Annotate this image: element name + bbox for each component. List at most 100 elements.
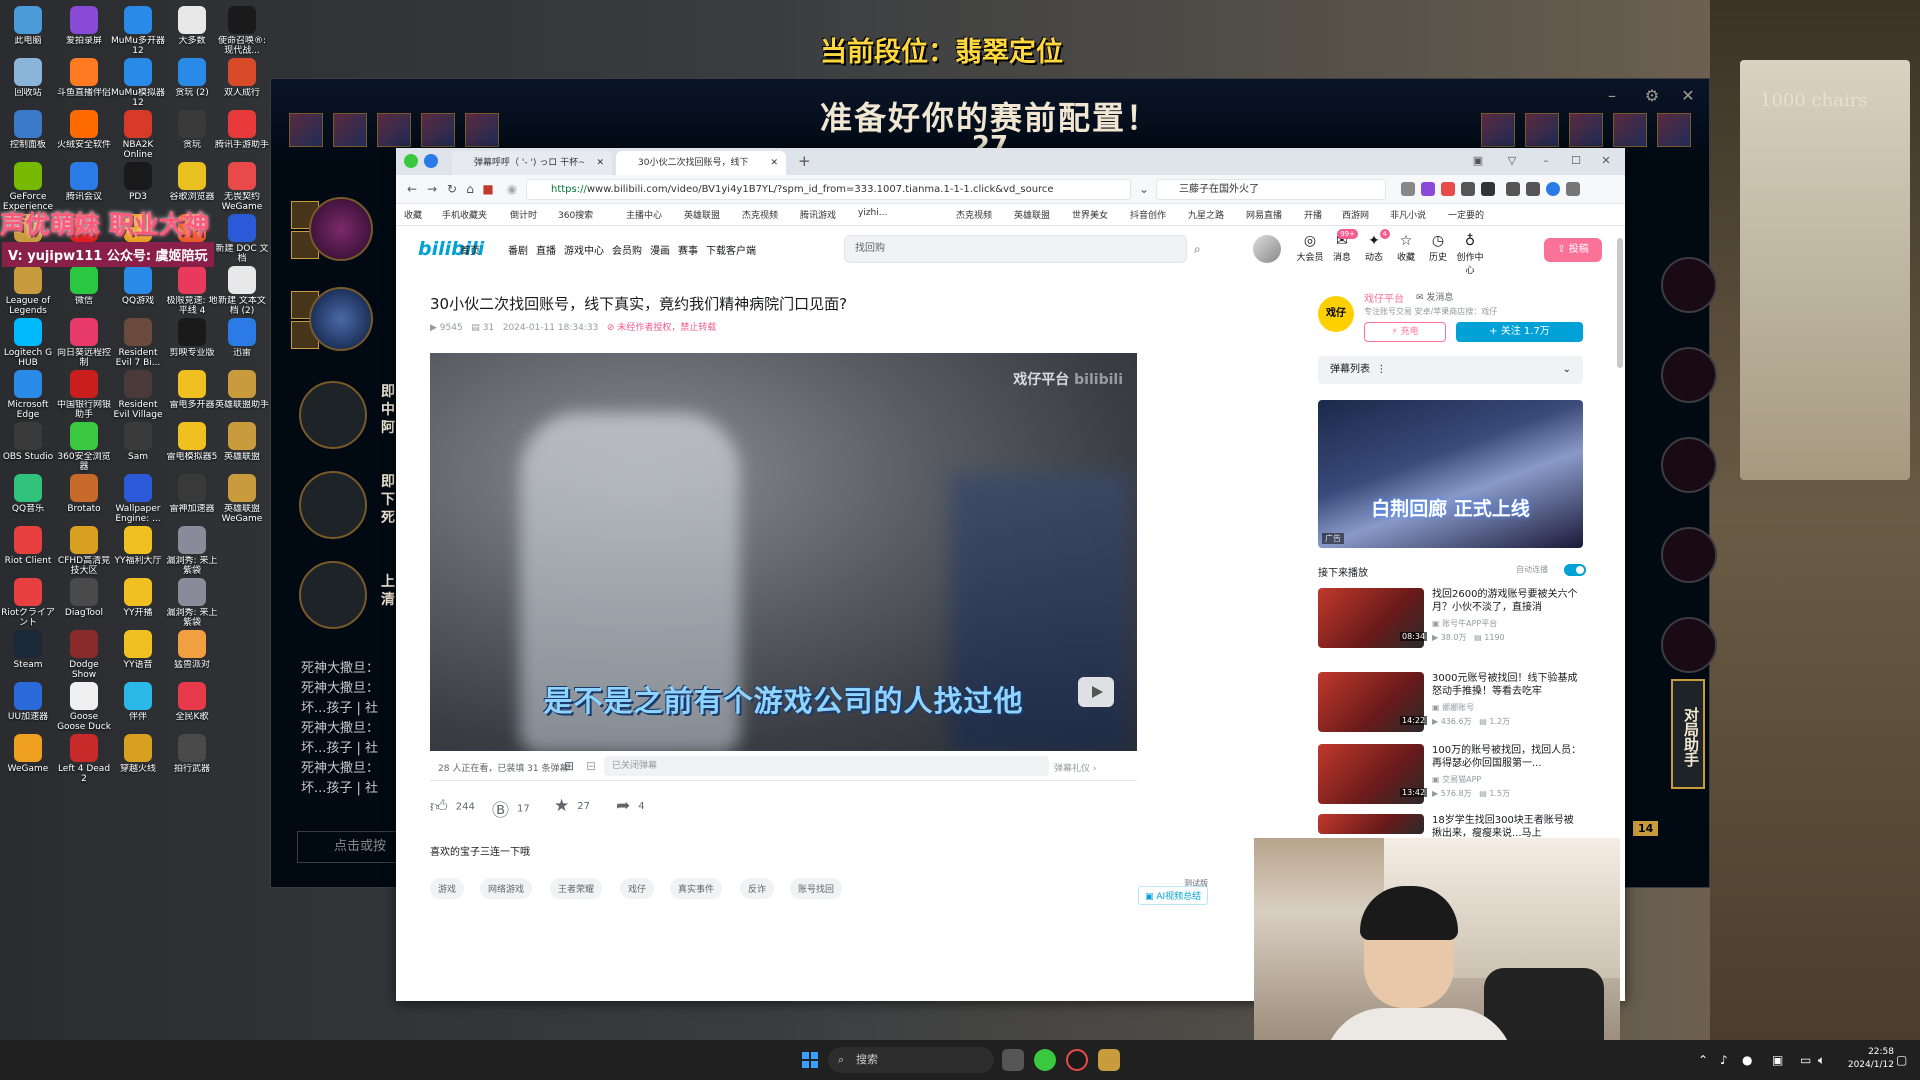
tab-inactive[interactable]: 弹幕呼呼（ '- ') っロ 干杯~- ✕ <box>452 151 612 175</box>
lol-chat-input[interactable]: 点击或按 <box>297 831 397 863</box>
video-tag[interactable]: 王者荣耀 <box>550 878 603 899</box>
recommendation-item[interactable]: 14:22 3000元账号被找回！线下验基成怒动手推搡！等看去吃牢 ▣ 娜娜账号 ▶ … <box>1318 672 1583 736</box>
user-avatar[interactable] <box>1253 235 1281 263</box>
tab-close-icon[interactable]: ✕ <box>596 151 604 175</box>
bookmark-item[interactable]: 主播中心 <box>626 208 662 221</box>
video-player[interactable]: 戏仔平台 bilibili 是不是之前有个游戏公司的人找过他 <box>430 353 1137 751</box>
browser-minimize-button[interactable]: – <box>1536 152 1556 170</box>
desktop-icon[interactable]: 拍行武器 <box>164 732 220 794</box>
video-tag[interactable]: 戏仔 <box>620 878 655 899</box>
edge-icon[interactable] <box>1546 182 1560 196</box>
video-tag[interactable]: 网络游戏 <box>480 878 533 899</box>
favorite-button[interactable]: ★ 27 <box>554 796 590 816</box>
url-dropdown-icon[interactable]: ⌄ <box>1136 181 1152 197</box>
browser-pip-icon[interactable]: ▣ <box>1468 152 1488 170</box>
desktop-icon[interactable]: Left 4 Dead 2 <box>56 732 112 794</box>
follow-button[interactable]: + 关注 1.7万 <box>1456 322 1583 342</box>
nav-manga[interactable]: 漫画 <box>650 242 670 257</box>
bookmark-item[interactable]: yizhi... <box>858 208 887 218</box>
nav-live[interactable]: 直播 <box>536 242 556 257</box>
bookmark-item[interactable]: 杰克视频 <box>956 208 992 221</box>
bookmark-item[interactable]: 非凡小说 <box>1390 208 1426 221</box>
header-nav-item[interactable]: ♁ 创作中心 <box>1456 232 1484 276</box>
header-nav-item[interactable]: ◷ 历史 <box>1424 232 1452 263</box>
browser-sync-icon[interactable] <box>424 154 438 168</box>
nav-anime[interactable]: 番剧 <box>508 242 528 257</box>
ai-summary-button[interactable]: ▣ AI视频总结 <box>1138 886 1209 905</box>
desktop-icon[interactable]: WeGame <box>0 732 56 794</box>
page-scrollbar[interactable] <box>1617 238 1623 368</box>
recommendation-title[interactable]: 18岁学生找回300块王者账号被揪出来，瘦瘦来说...马上 <box>1432 814 1582 840</box>
nav-download-client[interactable]: 下载客户端 <box>706 242 756 257</box>
charge-button[interactable]: ⚡ 充电 <box>1364 322 1446 342</box>
recommendation-uploader[interactable]: ▣ 娜娜账号 <box>1432 702 1474 713</box>
grid-icon[interactable] <box>1481 182 1495 196</box>
nav-home[interactable]: 首页 <box>460 242 480 257</box>
extension-icon[interactable]: ■ <box>480 181 496 197</box>
search-icon[interactable]: ⌕ <box>1194 242 1201 257</box>
recommendation-item[interactable]: 08:34 找回2600的游戏账号要被关六个月？小伙不淡了，直接消 ▣ 账号牛APP… <box>1318 588 1583 652</box>
header-nav-item[interactable]: ✉ 消息 99+ <box>1328 229 1358 263</box>
tray-app-icon[interactable]: ▣ <box>1772 1053 1783 1067</box>
notification-icon[interactable]: ▢ <box>1896 1053 1907 1067</box>
taskbar-browser-icon[interactable] <box>1034 1049 1056 1071</box>
lol-close-button[interactable]: ✕ <box>1677 85 1699 107</box>
recommendation-uploader[interactable]: ▣ 交易猫APP <box>1432 774 1481 785</box>
taskbar-clock[interactable]: 22:58 2024/1/12 <box>1848 1046 1894 1072</box>
bookmark-item[interactable]: 世界美女 <box>1072 208 1108 221</box>
game-controller-icon[interactable] <box>1441 182 1455 196</box>
forward-arrow-icon[interactable]: → <box>424 181 440 197</box>
reload-icon[interactable]: ↻ <box>444 181 460 197</box>
browser-close-button[interactable]: ✕ <box>1596 152 1616 170</box>
home-icon[interactable]: ⌂ <box>462 181 478 197</box>
recommendation-title[interactable]: 找回2600的游戏账号要被关六个月？小伙不淡了，直接消 <box>1432 588 1582 614</box>
share-button[interactable]: ➦ 4 <box>616 796 645 816</box>
bookmark-item[interactable]: 九星之路 <box>1188 208 1224 221</box>
battle-helper-button[interactable]: 对局助手 <box>1671 679 1705 789</box>
recommendation-title[interactable]: 100万的账号被找回，找回人员：再得瑟必你回国服第一... <box>1432 744 1582 770</box>
autoplay-toggle[interactable] <box>1564 564 1586 576</box>
undo-icon[interactable] <box>1526 182 1540 196</box>
rune-pencil-icon[interactable] <box>299 381 367 449</box>
upload-button[interactable]: ⇪ 投稿 <box>1544 238 1602 262</box>
taskbar-search[interactable]: ⌕ 搜索 <box>828 1047 994 1073</box>
bookmark-item[interactable]: 英雄联盟 <box>684 208 720 221</box>
uploader-avatar[interactable]: 戏仔 <box>1318 296 1354 332</box>
tray-display-icon[interactable]: ▭ <box>1800 1053 1811 1067</box>
header-nav-item[interactable]: ✦ 动态 4 <box>1360 229 1390 263</box>
bookmark-item[interactable]: 杰克视频 <box>742 208 778 221</box>
recommendation-thumbnail[interactable] <box>1318 814 1424 834</box>
danmaku-input[interactable]: 已关闭弹幕 <box>604 756 1049 776</box>
tray-app-icon[interactable]: ● <box>1742 1053 1752 1067</box>
coin-button[interactable]: Ⓑ 17 <box>492 796 530 821</box>
danmaku-toggle-icon[interactable]: ⊞ <box>564 759 574 773</box>
video-tag[interactable]: 游戏 <box>430 878 465 899</box>
ad-banner[interactable]: 白荆回廊 正式上线 广告 <box>1318 400 1583 548</box>
send-message-link[interactable]: ✉ 发消息 <box>1416 290 1453 303</box>
nav-esports[interactable]: 赛事 <box>678 242 698 257</box>
recommendation-item[interactable]: 13:42 100万的账号被找回，找回人员：再得瑟必你回国服第一... ▣ 交易猫A… <box>1318 744 1583 808</box>
cut-icon[interactable] <box>1401 182 1415 196</box>
bookmark-item[interactable]: 英雄联盟 <box>1014 208 1050 221</box>
windows-start-icon[interactable] <box>802 1052 818 1068</box>
download-icon[interactable] <box>1506 182 1520 196</box>
play-icon[interactable] <box>1078 677 1114 707</box>
nav-game-center[interactable]: 游戏中心 <box>564 242 604 257</box>
taskbar-lol-icon[interactable] <box>1098 1049 1120 1071</box>
tab-close-icon[interactable]: ✕ <box>770 151 778 175</box>
back-arrow-icon[interactable]: ← <box>404 181 420 197</box>
lol-minimize-button[interactable]: – <box>1601 85 1623 107</box>
recommendation-title[interactable]: 3000元账号被找回！线下验基成怒动手推搡！等看去吃牢 <box>1432 672 1582 698</box>
tray-volume-icon[interactable]: 🔈︎ <box>1818 1053 1825 1068</box>
menu-icon[interactable] <box>1566 182 1580 196</box>
header-nav-item[interactable]: ◎ 大会员 <box>1296 232 1324 263</box>
bookmark-item[interactable]: 一定要的 <box>1448 208 1484 221</box>
bookmark-item[interactable]: 抖音创作 <box>1130 208 1166 221</box>
browser-maximize-button[interactable]: ☐ <box>1566 152 1586 170</box>
nav-shop[interactable]: 会员购 <box>612 242 642 257</box>
teammate-champion-avatar[interactable] <box>309 287 373 351</box>
bookmark-item[interactable]: 倒计时 <box>510 208 537 221</box>
desktop-icon[interactable]: 英雄联盟 WeGame <box>214 472 270 534</box>
shield-icon[interactable]: ◉ <box>504 181 520 197</box>
danmaku-etiquette-link[interactable]: 弹幕礼仪 › <box>1054 761 1096 774</box>
